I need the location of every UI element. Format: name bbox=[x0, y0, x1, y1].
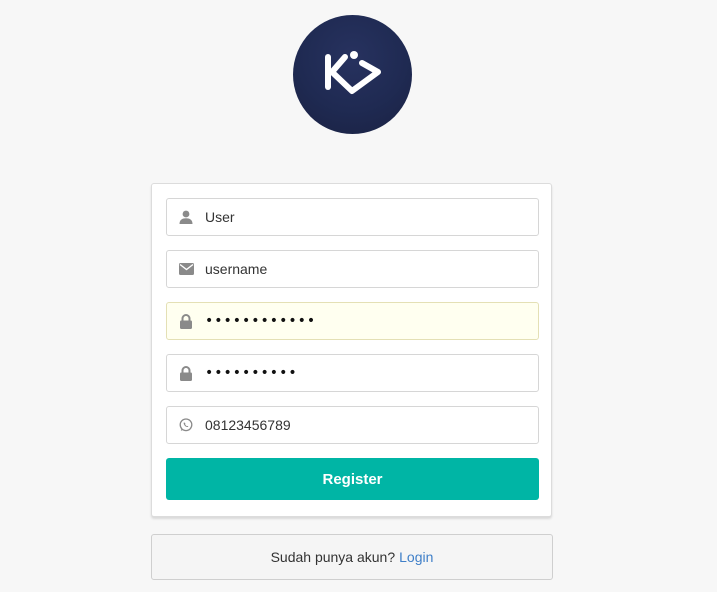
envelope-icon bbox=[167, 251, 205, 287]
register-button[interactable]: Register bbox=[166, 458, 539, 500]
confirm-password-field bbox=[166, 354, 539, 392]
login-prompt: Sudah punya akun? Login bbox=[151, 534, 553, 580]
login-prompt-text: Sudah punya akun? bbox=[270, 549, 396, 565]
brand-logo bbox=[293, 15, 412, 134]
lock-icon bbox=[167, 303, 205, 339]
login-link[interactable]: Login bbox=[399, 549, 433, 565]
password-input[interactable] bbox=[205, 313, 525, 329]
username-input[interactable] bbox=[205, 261, 525, 277]
password-field bbox=[166, 302, 539, 340]
name-field bbox=[166, 198, 539, 236]
name-input[interactable] bbox=[205, 209, 525, 225]
phone-field bbox=[166, 406, 539, 444]
username-field bbox=[166, 250, 539, 288]
phone-input[interactable] bbox=[205, 417, 525, 433]
kp-logo-icon bbox=[324, 50, 381, 94]
whatsapp-icon bbox=[167, 407, 205, 443]
confirm-password-input[interactable] bbox=[205, 365, 525, 381]
lock-icon bbox=[167, 355, 205, 391]
user-icon bbox=[167, 199, 205, 235]
register-page: Register Sudah punya akun? Login bbox=[0, 0, 717, 592]
register-card: Register bbox=[151, 183, 552, 517]
